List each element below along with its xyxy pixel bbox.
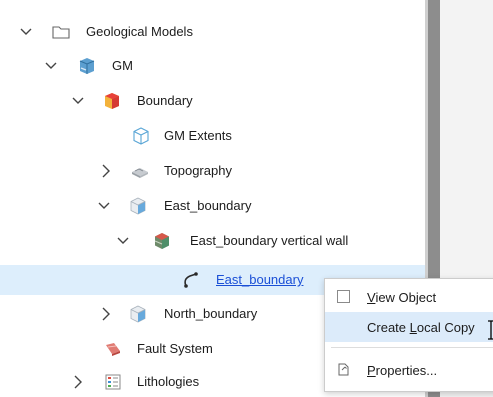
tree-item-label: GM Extents [164, 128, 232, 143]
menu-item-label: View Object [367, 290, 436, 306]
folder-icon [52, 26, 70, 39]
extents-box-icon [133, 127, 149, 145]
menu-item-label: Properties... [367, 363, 437, 379]
menu-item-view-object[interactable]: View Object [325, 282, 493, 312]
tree-item-label: Topography [164, 163, 232, 178]
chevron-down-icon[interactable] [72, 94, 84, 108]
chevron-down-icon[interactable] [117, 234, 129, 248]
tree-item-east-boundary[interactable]: East_boundary [0, 191, 425, 221]
mnemonic: L [409, 320, 417, 335]
tree-item-label: East_boundary [216, 272, 304, 287]
menu-separator [331, 347, 493, 348]
tree-item-boundary[interactable]: Boundary [0, 86, 425, 116]
tree-item-east-boundary-vertical-wall[interactable]: East_boundary vertical wall [0, 226, 425, 256]
chevron-down-icon[interactable] [20, 25, 32, 39]
tree-item-geological-models[interactable]: Geological Models [0, 17, 425, 47]
chevron-down-icon[interactable] [98, 199, 110, 213]
tree-item-label: East_boundary [164, 198, 252, 213]
tree-item-topography[interactable]: Topography [0, 156, 425, 186]
menu-item-label-rest: iew Object [375, 290, 437, 305]
tree-item-label: North_boundary [164, 306, 258, 321]
tree-item-label: Fault System [137, 341, 213, 356]
tree-item-gm-extents[interactable]: GM Extents [0, 121, 425, 151]
tree-item-label: Boundary [137, 93, 193, 108]
menu-item-label: Create Local Copy [367, 320, 475, 336]
topography-icon [132, 168, 148, 178]
boundary-surface-icon [130, 197, 146, 215]
mnemonic: P [367, 363, 376, 378]
text-cursor-icon [488, 320, 493, 340]
checkbox-icon[interactable] [337, 290, 350, 303]
tree-item-label: GM [112, 58, 133, 73]
boundary-surface-icon [130, 305, 146, 323]
menu-item-label-rest: ocal Copy [416, 320, 475, 335]
menu-item-properties[interactable]: Properties... [325, 355, 493, 385]
boundary-icon [105, 93, 119, 109]
polyline-icon [184, 272, 198, 288]
context-menu: View Object Create Local Copy Properties… [324, 278, 493, 392]
chevron-right-icon[interactable] [100, 307, 112, 321]
chevron-right-icon[interactable] [72, 375, 84, 389]
properties-icon [338, 363, 349, 376]
tree-item-label: East_boundary vertical wall [190, 233, 349, 248]
chevron-down-icon[interactable] [45, 59, 57, 73]
fault-system-icon [106, 343, 120, 356]
tree-item-label: Geological Models [86, 24, 193, 39]
menu-item-create-local-copy[interactable]: Create Local Copy [325, 312, 493, 342]
menu-item-label-start: Create [367, 320, 410, 335]
tree-item-gm[interactable]: GM [0, 51, 425, 81]
lithologies-list-icon [105, 374, 121, 390]
menu-item-label-rest: roperties... [375, 363, 438, 378]
tree-item-label: Lithologies [137, 374, 200, 389]
geological-model-icon [79, 58, 95, 74]
chevron-right-icon[interactable] [100, 164, 112, 178]
vertical-wall-icon [154, 233, 169, 249]
